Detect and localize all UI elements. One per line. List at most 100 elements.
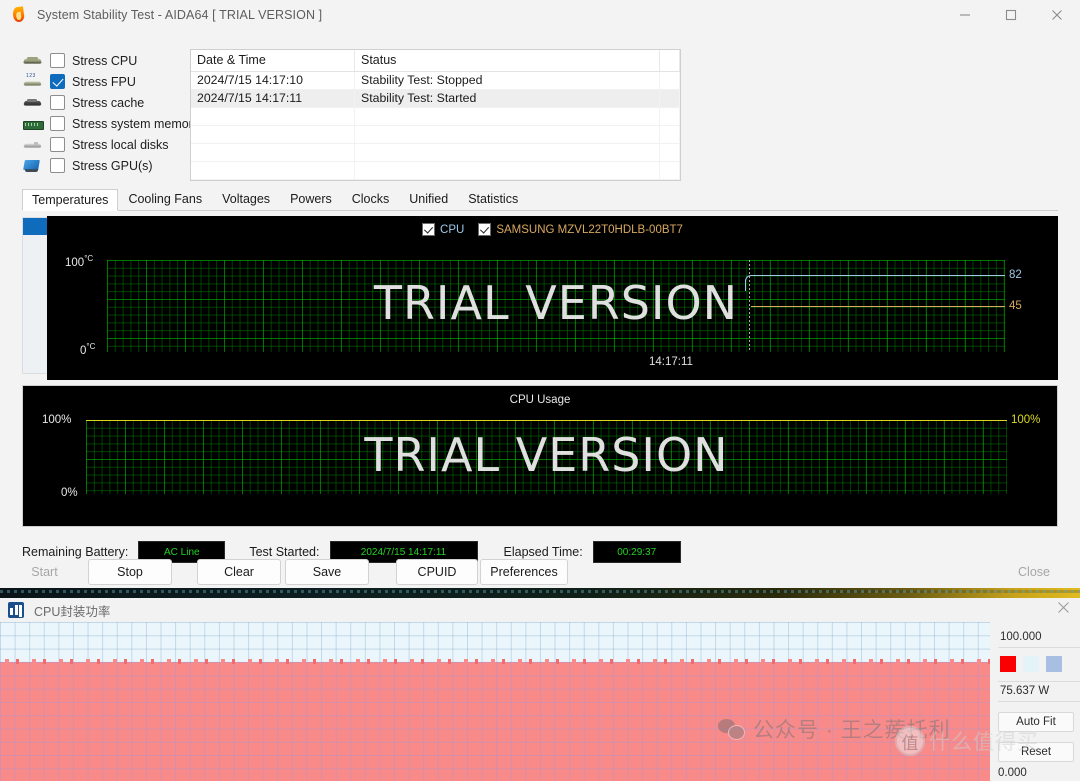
- titlebar: System Stability Test - AIDA64 [ TRIAL V…: [0, 0, 1080, 30]
- window-title: System Stability Test - AIDA64 [ TRIAL V…: [37, 8, 323, 22]
- aida64-stability-window: System Stability Test - AIDA64 [ TRIAL V…: [0, 0, 1080, 588]
- tab-clocks[interactable]: Clocks: [342, 188, 400, 210]
- log-column-extra: [660, 50, 680, 71]
- usage-axis-label-top: 100%: [42, 414, 72, 426]
- bottom-window-titlebar: CPU封装功率: [0, 598, 1080, 622]
- bottom-window-close-icon[interactable]: [1057, 601, 1070, 619]
- window-controls: [942, 0, 1080, 30]
- stress-option-label: Stress local disks: [72, 137, 169, 152]
- temp-axis-label-bottom: 0°C: [80, 342, 96, 357]
- table-row[interactable]: 2024/7/15 14:17:11 Stability Test: Start…: [191, 90, 680, 108]
- power-min-value: 0.000: [998, 767, 1027, 779]
- table-row[interactable]: 2024/7/15 14:17:10 Stability Test: Stopp…: [191, 72, 680, 90]
- close-icon[interactable]: [1034, 0, 1080, 30]
- temp-axis-label-top: 100°C: [65, 254, 94, 269]
- event-log-list[interactable]: Date & Time Status 2024/7/15 14:17:10 St…: [190, 49, 681, 181]
- stop-button[interactable]: Stop: [88, 559, 172, 585]
- stress-option-label: Stress system memory: [72, 116, 200, 131]
- stress-option-label: Stress FPU: [72, 74, 136, 89]
- close-button[interactable]: Close: [998, 559, 1070, 585]
- tab-temperatures[interactable]: Temperatures: [22, 189, 119, 211]
- stress-option-label: Stress cache: [72, 95, 145, 110]
- swatch-series-color[interactable]: [1000, 656, 1016, 672]
- table-row: [191, 108, 680, 126]
- tab-cooling-fans[interactable]: Cooling Fans: [118, 188, 212, 210]
- bottom-window-body: 100.000 75.637 W Auto Fit Reset 0.000: [0, 622, 1080, 781]
- sensor-list-selected-item[interactable]: [23, 218, 50, 235]
- tab-powers[interactable]: Powers: [280, 188, 342, 210]
- series-line-cpu-usage: [86, 420, 1007, 421]
- cpu-icon: [22, 53, 44, 69]
- cpu-usage-chart: CPU Usage 100% 0% TRIAL VERSION 100%: [22, 385, 1058, 527]
- screen: System Stability Test - AIDA64 [ TRIAL V…: [0, 0, 1080, 781]
- usage-axis-label-bottom: 0%: [61, 487, 78, 499]
- legend-item-label: SAMSUNG MZVL22T0HDLB-00BT7: [496, 223, 683, 236]
- tabstrip: Temperatures Cooling Fans Voltages Power…: [22, 188, 1058, 211]
- table-row: [191, 126, 680, 144]
- clear-button[interactable]: Clear: [197, 559, 281, 585]
- stress-memory-checkbox[interactable]: [50, 116, 65, 131]
- table-row: [191, 144, 680, 162]
- cpu-package-power-chart: [0, 622, 990, 781]
- fpu-icon: [22, 73, 44, 90]
- bottom-window-title: CPU封装功率: [34, 604, 111, 619]
- legend-item-label: CPU: [440, 223, 465, 236]
- legend-item-samsung-ssd[interactable]: SAMSUNG MZVL22T0HDLB-00BT7: [478, 223, 683, 236]
- table-row: [191, 162, 680, 180]
- usage-value-right: 100%: [1011, 414, 1041, 426]
- cpuid-button[interactable]: CPUID: [396, 559, 478, 585]
- power-current-value: 75.637 W: [998, 682, 1080, 702]
- log-column-status: Status: [355, 50, 660, 71]
- stress-disks-checkbox[interactable]: [50, 137, 65, 152]
- save-button[interactable]: Save: [285, 559, 369, 585]
- maximize-icon[interactable]: [988, 0, 1034, 30]
- temp-value-cpu: 82: [1009, 269, 1022, 281]
- stress-gpu-checkbox[interactable]: [50, 158, 65, 173]
- stress-option-label: Stress GPU(s): [72, 158, 153, 173]
- start-button[interactable]: Start: [9, 559, 80, 585]
- temp-time-label: 14:17:11: [649, 356, 693, 368]
- preferences-button[interactable]: Preferences: [480, 559, 568, 585]
- log-cell-datetime: 2024/7/15 14:17:11: [191, 90, 355, 107]
- tab-statistics[interactable]: Statistics: [458, 188, 528, 210]
- stress-fpu-checkbox[interactable]: [50, 74, 65, 89]
- power-area-fill: [0, 658, 990, 781]
- background-graph-strip: [0, 588, 1080, 598]
- aida64-flame-icon: [10, 6, 28, 24]
- stress-cache-checkbox[interactable]: [50, 95, 65, 110]
- gpu-icon: [22, 158, 44, 174]
- reset-button[interactable]: Reset: [998, 742, 1074, 762]
- bar-chart-icon: [8, 602, 24, 618]
- legend-cpu-checkbox[interactable]: [422, 223, 436, 236]
- trial-version-watermark: TRIAL VERSION: [364, 428, 729, 482]
- cpu-usage-plot-area: TRIAL VERSION: [86, 420, 1007, 494]
- tab-voltages[interactable]: Voltages: [212, 188, 280, 210]
- tab-unified[interactable]: Unified: [399, 188, 458, 210]
- swatch-background-color[interactable]: [1023, 656, 1039, 672]
- log-cell-datetime: 2024/7/15 14:17:10: [191, 72, 355, 89]
- power-max-value: 100.000: [998, 628, 1080, 648]
- minimize-icon[interactable]: [942, 0, 988, 30]
- log-column-datetime: Date & Time: [191, 50, 355, 71]
- log-header-row: Date & Time Status: [191, 50, 680, 72]
- trial-version-watermark: TRIAL VERSION: [373, 276, 739, 330]
- log-cell-status: Stability Test: Stopped: [355, 72, 660, 89]
- log-cell-extra: [660, 90, 680, 107]
- color-swatches: [998, 648, 1080, 682]
- stress-option-label: Stress CPU: [72, 53, 138, 68]
- cache-icon: [22, 95, 44, 111]
- legend-samsung-checkbox[interactable]: [478, 223, 492, 236]
- legend-item-cpu[interactable]: CPU: [422, 223, 464, 236]
- power-chart-side-panel: 100.000 75.637 W Auto Fit Reset 0.000: [990, 622, 1080, 781]
- cpu-usage-chart-title: CPU Usage: [509, 394, 571, 406]
- log-cell-extra: [660, 72, 680, 89]
- auto-fit-button[interactable]: Auto Fit: [998, 712, 1074, 732]
- temp-value-samsung: 45: [1009, 300, 1022, 312]
- sensor-list[interactable]: [22, 217, 50, 374]
- cpu-package-power-window: CPU封装功率 100.000 75.637 W Auto Fit Reset …: [0, 598, 1080, 781]
- window-client-area: Stress CPU Stress FPU Stress cache Stres…: [0, 30, 1080, 588]
- power-area-noise: [0, 658, 990, 664]
- stress-cpu-checkbox[interactable]: [50, 53, 65, 68]
- swatch-grid-color[interactable]: [1046, 656, 1062, 672]
- disk-icon: [22, 137, 44, 153]
